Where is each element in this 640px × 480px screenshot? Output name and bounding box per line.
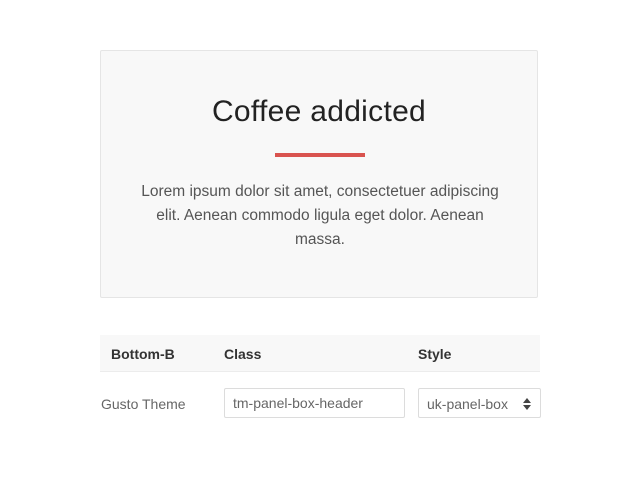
row-label: Gusto Theme	[101, 396, 186, 412]
column-header-class: Class	[224, 346, 262, 362]
class-input[interactable]	[224, 388, 405, 418]
column-header-bottom-b: Bottom-B	[111, 346, 175, 362]
up-down-chevron-icon	[523, 398, 531, 410]
style-select-value: uk-panel-box	[427, 396, 508, 412]
table-header-row: Bottom-B Class Style	[100, 335, 540, 372]
panel-title: Coffee addicted	[211, 95, 427, 128]
panel-body-text: Lorem ipsum dolor sit amet, consectetuer…	[141, 183, 499, 248]
panel-divider	[275, 153, 365, 157]
panel-box: Coffee addicted Lorem ipsum dolor sit am…	[100, 50, 538, 298]
column-header-style: Style	[418, 346, 452, 362]
style-select[interactable]: uk-panel-box	[418, 388, 541, 418]
